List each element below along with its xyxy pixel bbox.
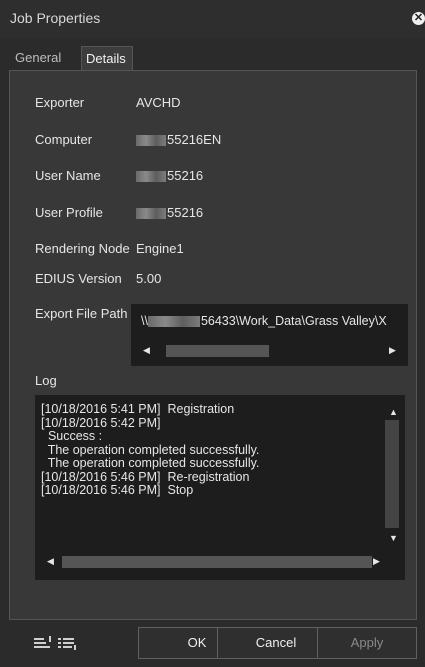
log-box[interactable]: [10/18/2016 5:41 PM] Registration [10/18…: [35, 395, 405, 580]
redacted-mask: [136, 135, 166, 147]
log-scroll-thumb[interactable]: [62, 556, 372, 568]
scroll-left-icon[interactable]: ◀: [143, 345, 150, 356]
export-file-path-value: 56433\Work_Data\Grass Valley\X: [200, 314, 387, 328]
log-label: Log: [35, 373, 57, 388]
tab-general[interactable]: General: [9, 46, 79, 70]
scroll-up-icon[interactable]: ▲: [389, 407, 398, 417]
user-profile-value-row: 55216: [136, 205, 203, 220]
export-file-path-field[interactable]: \\ 56433\Work_Data\Grass Valley\X ◀ ▶: [131, 304, 408, 366]
user-name-value-row: 55216: [136, 168, 203, 183]
edius-version-label: EDIUS Version: [35, 271, 122, 286]
user-profile-label: User Profile: [35, 205, 103, 220]
user-profile-value: 55216: [167, 205, 204, 220]
rendering-node-label: Rendering Node: [35, 241, 130, 256]
list-upload-icon[interactable]: [34, 636, 54, 650]
redacted-mask: [136, 171, 166, 183]
edius-version-value: 5.00: [136, 271, 162, 286]
export-file-path-label: Export File Path: [35, 306, 128, 321]
redacted-mask: [136, 208, 166, 220]
log-vertical-scroll-track[interactable]: [385, 420, 399, 528]
scroll-left-icon[interactable]: ◀: [47, 556, 54, 567]
tab-details[interactable]: Details: [81, 46, 133, 70]
log-text: [10/18/2016 5:41 PM] Registration [10/18…: [41, 402, 260, 497]
log-horizontal-scrollbar[interactable]: ◀ ▶: [45, 553, 385, 571]
scroll-down-icon[interactable]: ▼: [389, 533, 398, 543]
scroll-right-icon[interactable]: ▶: [389, 345, 396, 356]
user-name-value: 55216: [167, 168, 204, 183]
export-file-path-text: \\ 56433\Work_Data\Grass Valley\X: [141, 314, 406, 328]
computer-value-row: 55216EN: [136, 132, 221, 147]
scroll-right-icon[interactable]: ▶: [373, 556, 380, 567]
apply-button[interactable]: Apply: [317, 627, 417, 659]
title-bar: Job Properties ✕: [0, 0, 425, 38]
exporter-label: Exporter: [35, 95, 85, 110]
rendering-node-value: Engine1: [136, 241, 184, 256]
computer-value: 55216EN: [167, 132, 222, 147]
window-title: Job Properties: [10, 10, 101, 26]
exporter-value: AVCHD: [136, 95, 181, 110]
path-scroll-thumb[interactable]: [166, 345, 269, 357]
list-download-icon[interactable]: [58, 636, 78, 650]
close-icon[interactable]: ✕: [412, 12, 425, 25]
redacted-mask: [147, 316, 200, 328]
path-horizontal-scrollbar[interactable]: ◀ ▶: [141, 342, 398, 360]
computer-label: Computer: [35, 132, 93, 147]
user-name-label: User Name: [35, 168, 101, 183]
export-file-path-prefix: \\: [141, 314, 148, 328]
